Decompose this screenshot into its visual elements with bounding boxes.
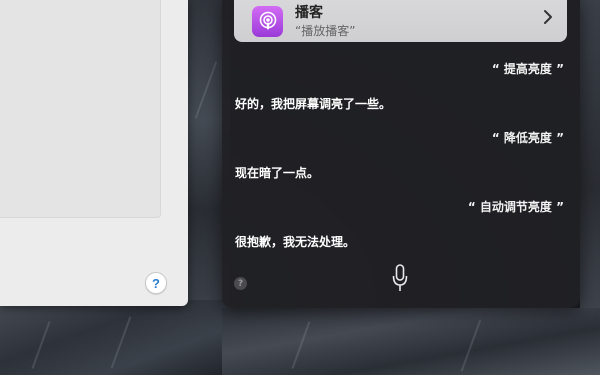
siri-panel: 播客 “播放播客” “ 提高亮度 ” 好的，我把屏幕调亮了一些。 “ 降低亮度 … <box>222 0 580 308</box>
card-title: 播客 <box>295 5 323 21</box>
user-utterance: “ 降低亮度 ” <box>491 131 564 145</box>
user-utterance: “ 提高亮度 ” <box>491 62 564 76</box>
user-utterance: “ 自动调节亮度 ” <box>467 200 564 214</box>
siri-response: 好的，我把屏幕调亮了一些。 <box>235 97 392 111</box>
settings-window: ? <box>0 0 188 306</box>
siri-help-button[interactable]: ? <box>234 277 247 290</box>
siri-response: 现在暗了一点。 <box>235 166 320 180</box>
podcast-suggestion-card[interactable]: 播客 “播放播客” <box>234 0 567 42</box>
desktop-wallpaper-rock <box>222 308 600 375</box>
microphone-icon[interactable] <box>392 264 408 294</box>
content-panel <box>0 0 161 218</box>
chevron-right-icon[interactable] <box>543 9 553 29</box>
card-subtitle: “播放播客” <box>295 24 356 38</box>
siri-response: 很抱歉，我无法处理。 <box>235 235 356 249</box>
podcasts-icon <box>252 6 283 37</box>
help-button[interactable]: ? <box>145 272 167 294</box>
